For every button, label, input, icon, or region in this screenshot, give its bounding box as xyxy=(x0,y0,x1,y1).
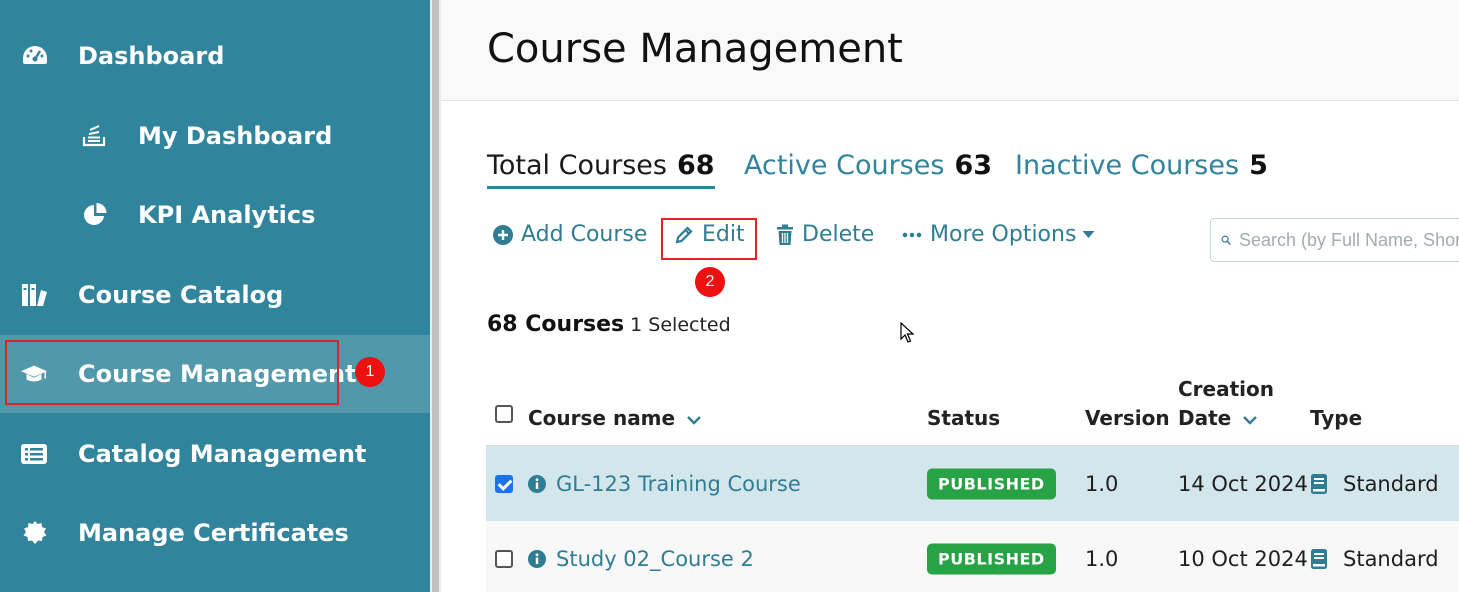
info-icon[interactable] xyxy=(528,474,546,493)
pencil-icon xyxy=(675,225,693,243)
version-cell: 1.0 xyxy=(1085,471,1119,496)
sidebar-item-label: Catalog Management xyxy=(78,440,367,468)
scrollbar-thumb[interactable] xyxy=(432,0,439,592)
more-options-button[interactable]: More Options xyxy=(902,222,1095,247)
column-header-label: Course name xyxy=(528,406,676,430)
annotation-marker-2: 2 xyxy=(695,267,725,297)
select-all-checkbox[interactable] xyxy=(495,405,513,423)
sidebar-item-my-dashboard[interactable]: My Dashboard xyxy=(0,101,430,171)
delete-button[interactable]: Delete xyxy=(776,222,874,247)
annotation-marker-1: 1 xyxy=(355,357,385,387)
type-cell: Standard xyxy=(1343,546,1439,571)
creation-date-cell: 14 Oct 2024 xyxy=(1178,471,1308,496)
more-options-label: More Options xyxy=(930,222,1077,247)
tab-label: Inactive Courses xyxy=(1015,150,1240,181)
catalog-icon xyxy=(20,281,48,309)
sidebar-item-label: Dashboard xyxy=(78,42,225,70)
book-icon xyxy=(1311,548,1327,569)
certificate-icon xyxy=(21,519,49,547)
chevron-down-icon xyxy=(687,416,701,425)
creation-date-cell: 10 Oct 2024 xyxy=(1178,546,1308,571)
ellipsis-icon xyxy=(902,232,922,237)
sidebar-item-label: Course Catalog xyxy=(78,281,284,309)
sidebar-item-label: Course Management xyxy=(78,360,357,388)
course-name-link[interactable]: Study 02_Course 2 xyxy=(556,547,754,571)
sidebar-scrollbar[interactable] xyxy=(430,0,441,592)
sidebar-item-label: My Dashboard xyxy=(138,122,333,150)
column-header-course-name[interactable]: Course name xyxy=(528,406,702,430)
row-checkbox[interactable] xyxy=(495,549,513,568)
sidebar: Dashboard My Dashboard KPI Analytics Cou… xyxy=(0,0,430,592)
search-input[interactable] xyxy=(1239,229,1459,251)
plus-circle-icon xyxy=(493,224,513,245)
column-header-version[interactable]: Version xyxy=(1085,406,1170,430)
caret-down-icon xyxy=(1082,231,1095,238)
info-icon[interactable] xyxy=(528,549,546,568)
tab-count: 68 xyxy=(676,150,715,181)
book-icon xyxy=(1311,473,1327,494)
status-badge: PUBLISHED xyxy=(927,543,1056,574)
column-header-status[interactable]: Status xyxy=(927,406,1000,430)
delete-label: Delete xyxy=(802,222,875,247)
edit-label: Edit xyxy=(702,222,745,247)
sidebar-item-label: Manage Certificates xyxy=(78,519,349,547)
trash-icon xyxy=(777,224,793,245)
list-icon xyxy=(20,440,48,468)
tab-active-courses[interactable]: Active Courses 63 xyxy=(744,150,992,181)
tab-count: 5 xyxy=(1249,150,1268,181)
sidebar-item-catalog-management[interactable]: Catalog Management xyxy=(0,419,430,489)
column-header-creation-date[interactable]: Date xyxy=(1178,406,1258,430)
table-row[interactable]: GL-123 Training Course PUBLISHED 1.0 14 … xyxy=(486,446,1459,521)
stack-icon xyxy=(80,122,108,150)
course-count-summary: 68 Courses 1 Selected xyxy=(487,312,731,337)
sidebar-item-label: KPI Analytics xyxy=(138,201,316,229)
sidebar-item-kpi-analytics[interactable]: KPI Analytics xyxy=(0,180,430,250)
graduation-cap-icon xyxy=(20,360,48,388)
tab-label: Active Courses xyxy=(744,150,945,181)
page-header: Course Management xyxy=(441,0,1459,101)
mouse-cursor-icon xyxy=(900,322,915,343)
page-title: Course Management xyxy=(487,26,903,72)
tab-label: Total Courses xyxy=(487,150,667,181)
add-course-button[interactable]: Add Course xyxy=(493,222,647,247)
tab-inactive-courses[interactable]: Inactive Courses 5 xyxy=(1015,150,1268,181)
version-cell: 1.0 xyxy=(1085,546,1119,571)
table-row[interactable]: Study 02_Course 2 PUBLISHED 1.0 10 Oct 2… xyxy=(486,521,1459,592)
row-checkbox[interactable] xyxy=(495,474,513,493)
selected-count: 1 Selected xyxy=(630,314,731,336)
add-course-label: Add Course xyxy=(521,222,648,247)
column-header-type[interactable]: Type xyxy=(1310,406,1362,430)
search-icon xyxy=(1221,235,1231,245)
sidebar-item-course-catalog[interactable]: Course Catalog xyxy=(0,260,430,330)
table-header: Course name Status Version Creation Date… xyxy=(486,370,1459,446)
gauge-icon xyxy=(21,42,49,70)
edit-button[interactable]: Edit xyxy=(674,222,745,247)
course-name-link[interactable]: GL-123 Training Course xyxy=(556,472,801,496)
column-header-creation-date-line1[interactable]: Creation xyxy=(1178,377,1274,401)
status-badge: PUBLISHED xyxy=(927,468,1056,499)
type-cell: Standard xyxy=(1343,471,1439,496)
pie-chart-icon xyxy=(81,201,109,229)
sidebar-item-dashboard[interactable]: Dashboard xyxy=(0,21,430,91)
chevron-down-icon xyxy=(1243,416,1258,425)
tab-total-courses[interactable]: Total Courses 68 xyxy=(487,150,715,189)
course-search[interactable] xyxy=(1210,218,1459,262)
course-count: 68 Courses xyxy=(487,312,625,337)
sidebar-item-manage-certificates[interactable]: Manage Certificates xyxy=(0,498,430,568)
tab-count: 63 xyxy=(954,150,993,181)
column-header-label: Date xyxy=(1178,406,1232,430)
